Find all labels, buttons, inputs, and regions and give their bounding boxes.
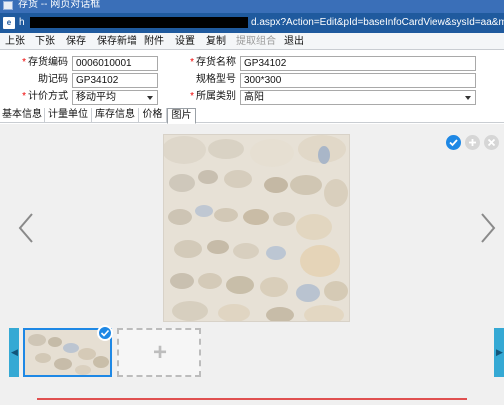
- mnemonic-field[interactable]: GP34102: [72, 73, 158, 88]
- strip-scroll-right[interactable]: ▶: [494, 328, 504, 377]
- chevron-right-icon[interactable]: [479, 212, 497, 247]
- strip-scroll-left[interactable]: ◀: [9, 328, 19, 377]
- tab-bar: 基本信息 计量单位 库存信息 价格 图片: [0, 107, 504, 124]
- menu-extract-combination[interactable]: 提取组合: [236, 36, 276, 47]
- tab-stock-info[interactable]: 库存信息: [92, 108, 139, 123]
- tab-price[interactable]: 价格: [139, 108, 167, 123]
- menu-next-record[interactable]: 下张: [35, 36, 55, 47]
- menu-settings[interactable]: 设置: [175, 36, 195, 47]
- menu-save-and-new[interactable]: 保存新增: [97, 36, 137, 47]
- menu-prev-record[interactable]: 上张: [5, 36, 25, 47]
- menu-exit[interactable]: 退出: [284, 36, 304, 47]
- tab-images[interactable]: 图片: [167, 108, 196, 124]
- category-select[interactable]: 高阳: [240, 90, 476, 105]
- check-circle-icon[interactable]: [446, 135, 461, 150]
- spec-field[interactable]: 300*300: [240, 73, 476, 88]
- url-prefix: h: [19, 17, 25, 28]
- url-text: d.aspx?Action=Edit&pId=baseInfoCardView&…: [251, 17, 504, 28]
- inventory-form: * 存货编码 0006010001 * 存货名称 GP34102 助记码 GP341…: [0, 51, 504, 107]
- name-label: * 存货名称: [190, 57, 236, 68]
- pricing-select[interactable]: 移动平均: [72, 90, 158, 105]
- divider-line: [37, 398, 467, 400]
- menu-save[interactable]: 保存: [66, 36, 86, 47]
- category-label: * 所属类别: [190, 91, 236, 102]
- chevron-right-icon: ▶: [496, 347, 503, 357]
- category-value: 高阳: [244, 92, 264, 103]
- page-icon: e: [3, 17, 15, 29]
- menu-attachment[interactable]: 附件: [144, 36, 164, 47]
- plus-circle-icon[interactable]: [465, 135, 480, 150]
- selected-check-icon: [97, 325, 113, 341]
- window-title: 存货 -- 网页对话框: [18, 0, 101, 10]
- chevron-left-icon[interactable]: [17, 212, 35, 247]
- name-field[interactable]: GP34102: [240, 56, 476, 71]
- plus-icon: +: [153, 339, 168, 366]
- window-title-bar: 存货 -- 网页对话框: [0, 0, 504, 13]
- add-image-button[interactable]: +: [117, 328, 201, 377]
- pricing-label: * 计价方式: [22, 91, 68, 102]
- tab-basic-info[interactable]: 基本信息: [0, 108, 45, 123]
- close-circle-icon[interactable]: [484, 135, 499, 150]
- chevron-down-icon: [147, 96, 153, 100]
- code-label: * 存货编码: [22, 57, 68, 68]
- tab-units[interactable]: 计量单位: [45, 108, 92, 123]
- redacted-url-segment: [30, 17, 248, 28]
- app-icon: [3, 1, 13, 10]
- menu-copy[interactable]: 复制: [206, 36, 226, 47]
- code-field[interactable]: 0006010001: [72, 56, 158, 71]
- pricing-value: 移动平均: [76, 92, 116, 103]
- mnemonic-label: 助记码: [38, 74, 68, 85]
- chevron-down-icon: [465, 96, 471, 100]
- spec-label: 规格型号: [196, 74, 236, 85]
- product-image: [163, 134, 350, 322]
- chevron-left-icon: ◀: [11, 347, 18, 357]
- address-bar: e h d.aspx?Action=Edit&pId=baseInfoCardV…: [0, 13, 504, 33]
- toolbar-menu: 上张 下张 保存 保存新增 附件 设置 复制 提取组合 退出: [0, 33, 504, 50]
